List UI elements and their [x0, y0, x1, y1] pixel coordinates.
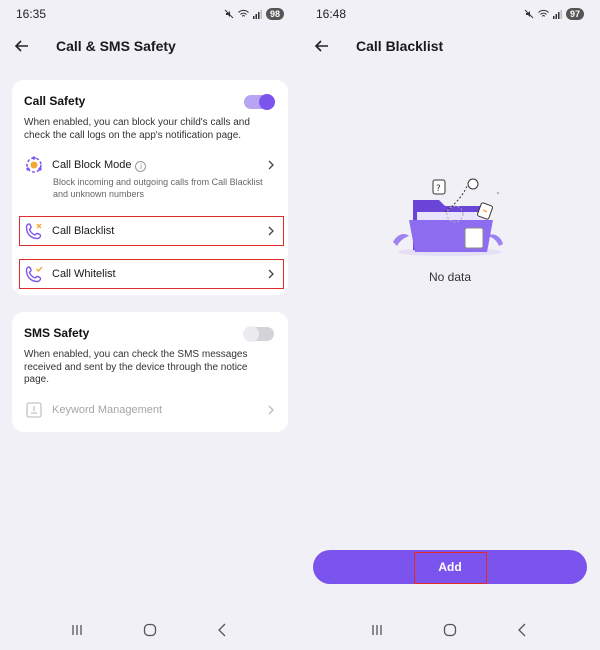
call-blacklist-screen: 16:48 97 Call Blacklist ? No data Add [300, 0, 600, 650]
signal-icon [252, 10, 262, 19]
call-sms-safety-screen: 16:35 98 Call & SMS Safety Call Safety W… [0, 0, 300, 650]
battery-badge: 97 [565, 8, 584, 20]
page-title: Call Blacklist [356, 38, 444, 54]
toggle-knob [259, 94, 275, 110]
system-nav-bar [300, 610, 600, 650]
call-whitelist-row[interactable]: Call Whitelist [24, 264, 276, 284]
keyword-management-label: Keyword Management [52, 404, 163, 416]
call-whitelist-label: Call Whitelist [52, 268, 116, 280]
page-title: Call & SMS Safety [56, 38, 176, 54]
status-icons: 98 [224, 8, 284, 20]
system-nav-bar [0, 610, 300, 650]
recent-apps-icon[interactable] [69, 622, 85, 638]
call-block-mode-row[interactable]: Call Block Mode i [24, 155, 276, 175]
wifi-icon [238, 9, 249, 17]
sms-safety-description: When enabled, you can check the SMS mess… [24, 349, 248, 385]
sms-safety-toggle[interactable] [243, 326, 274, 342]
recent-apps-icon[interactable] [369, 622, 385, 638]
sms-safety-title: SMS Safety [24, 326, 90, 340]
block-mode-label: Call Block Mode [52, 158, 132, 171]
call-safety-title: Call Safety [24, 94, 86, 108]
chevron-right-icon [268, 405, 274, 415]
signal-icon [552, 10, 562, 19]
call-safety-toggle[interactable] [244, 94, 275, 110]
phone-whitelist-icon [25, 266, 43, 283]
mute-icon [224, 9, 234, 19]
status-icons: 97 [524, 8, 584, 20]
info-icon[interactable]: i [135, 160, 147, 172]
highlight-box-add [414, 552, 487, 584]
phone-blacklist-icon [25, 223, 42, 240]
battery-badge: 98 [265, 8, 284, 20]
status-time: 16:35 [16, 7, 47, 21]
block-mode-icon [26, 156, 42, 173]
call-safety-description: When enabled, you can block your child's… [24, 117, 250, 141]
wifi-icon [538, 9, 549, 17]
mute-icon [524, 9, 534, 19]
call-safety-card: Call Safety When enabled, you can block … [12, 80, 288, 295]
call-blacklist-row[interactable]: Call Blacklist [24, 221, 276, 241]
toggle-knob [243, 326, 259, 342]
chevron-right-icon [268, 226, 274, 236]
empty-state-text: No data [428, 270, 472, 284]
chevron-right-icon [268, 160, 274, 170]
back-nav-icon[interactable] [515, 622, 531, 638]
empty-folder-illustration: ? [393, 178, 503, 256]
back-arrow-icon[interactable] [12, 36, 32, 56]
sms-safety-card: SMS Safety When enabled, you can check t… [12, 312, 288, 432]
chevron-right-icon [268, 269, 274, 279]
status-bar: 16:48 97 [300, 0, 600, 28]
keyword-icon [26, 402, 42, 418]
block-mode-description: Block incoming and outgoing calls from C… [53, 177, 263, 199]
status-time: 16:48 [316, 7, 347, 21]
back-arrow-icon[interactable] [312, 36, 332, 56]
svg-text:?: ? [436, 184, 441, 194]
status-bar: 16:35 98 [0, 0, 300, 28]
back-nav-icon[interactable] [215, 622, 231, 638]
home-icon[interactable] [442, 622, 458, 638]
page-header: Call Blacklist [300, 30, 600, 62]
page-header: Call & SMS Safety [0, 30, 300, 62]
keyword-management-row[interactable]: Keyword Management [24, 400, 276, 420]
call-blacklist-label: Call Blacklist [52, 225, 115, 237]
home-icon[interactable] [142, 622, 158, 638]
